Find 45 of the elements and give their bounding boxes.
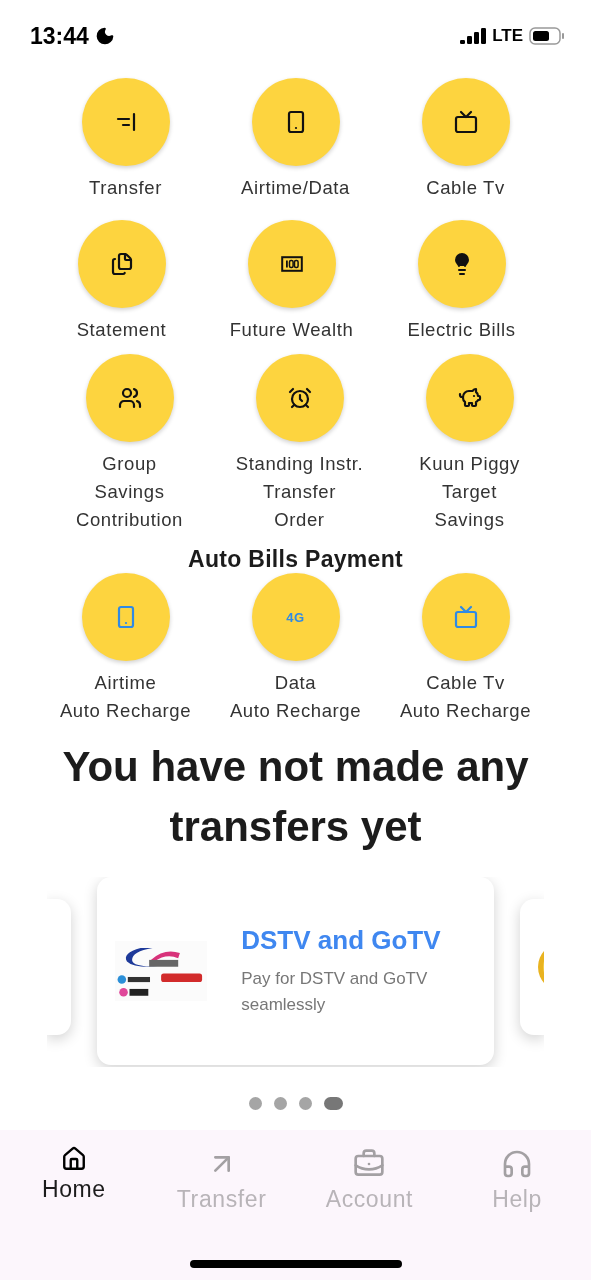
- documents-icon: [109, 252, 134, 276]
- action-label: Airtime Auto Recharge: [59, 671, 192, 723]
- clock: 13:44: [30, 22, 89, 50]
- action-label: Future Wealth: [229, 318, 354, 342]
- signal-icon: [460, 28, 487, 44]
- card-title: DSTV and GoTV: [241, 924, 442, 956]
- nav-tab[interactable]: Help: [443, 1148, 591, 1213]
- carousel-card[interactable]: DSTV and GoTV Pay for DSTV and GoTV seamlessly: [97, 877, 494, 1065]
- action-label: Airtime/Data: [241, 176, 350, 200]
- action-label: Statement: [76, 318, 167, 342]
- network-type: LTE: [492, 26, 523, 46]
- network-label: 4G: [286, 609, 305, 625]
- action-label: Cable Tv: [426, 176, 505, 200]
- banknote-icon: [280, 256, 303, 272]
- transfer-icon: [114, 112, 137, 132]
- section-title: Auto Bills Payment: [187, 546, 404, 573]
- tv-icon: [453, 110, 478, 134]
- action-button[interactable]: [421, 78, 510, 166]
- piggy-bank-icon: [457, 386, 482, 410]
- moon-icon: [94, 26, 115, 46]
- action-button[interactable]: [77, 220, 166, 308]
- action-button[interactable]: 4G: [251, 573, 340, 661]
- action-label: Kuun Piggy Target Savings: [419, 452, 520, 532]
- card-description: Pay for DSTV and GoTV seamlessly: [241, 967, 429, 1016]
- carousel-card[interactable]: [520, 899, 544, 1035]
- people-icon: [117, 386, 142, 410]
- action-label: Group Savings Contribution: [76, 452, 183, 532]
- tv-icon: [453, 605, 478, 629]
- alarm-clock-icon: [287, 386, 312, 410]
- carousel-dot[interactable]: [248, 1097, 262, 1110]
- home-icon: [60, 1146, 87, 1172]
- nav-tab[interactable]: Account: [295, 1148, 444, 1213]
- nav-tab[interactable]: Transfer: [147, 1148, 296, 1213]
- carousel-dot[interactable]: [298, 1097, 312, 1110]
- action-label: Electric Bills: [407, 318, 516, 342]
- action-label: Standing Instr. Transfer Order: [235, 452, 364, 532]
- battery-icon: [529, 27, 565, 45]
- carousel-dot[interactable]: [273, 1097, 287, 1110]
- action-label: Data Auto Recharge: [229, 671, 362, 723]
- action-label: Transfer: [89, 176, 162, 200]
- nav-tab[interactable]: Home: [0, 1146, 148, 1203]
- empty-message: You have not made any transfers yet: [61, 742, 530, 852]
- action-label: Cable Tv Auto Recharge: [399, 671, 532, 723]
- action-button[interactable]: [417, 220, 506, 308]
- action-button[interactable]: [247, 220, 336, 308]
